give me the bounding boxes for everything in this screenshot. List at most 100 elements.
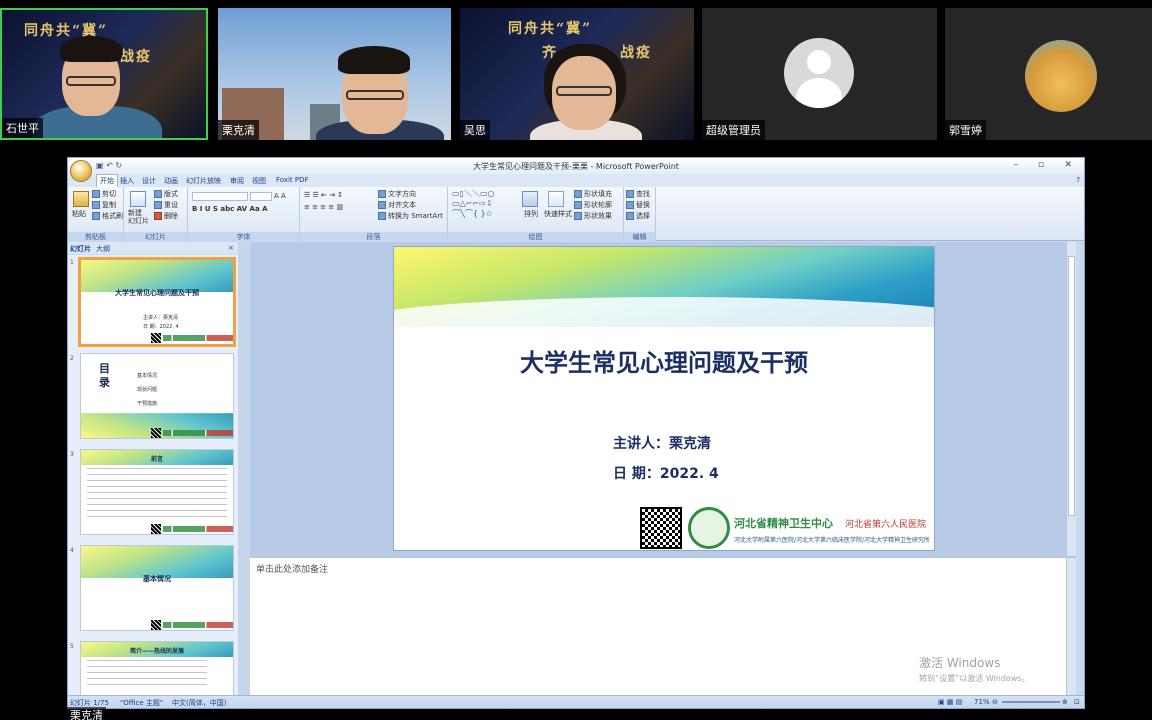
- thumbnail-text: 现状问题: [137, 387, 158, 393]
- quick-access-toolbar: ▣ ↶ ↻: [96, 161, 122, 170]
- window-title: 大学生常见心理问题及干预-栗栗 - Microsoft PowerPoint: [473, 162, 679, 171]
- smartart-button[interactable]: 转换为 SmartArt: [378, 211, 443, 221]
- participant-name: 郭雪婷: [945, 120, 986, 140]
- slide-thumbnail[interactable]: 目 录 基本情况 现状问题 干预措施: [80, 353, 234, 439]
- find-button[interactable]: 查找: [626, 189, 650, 199]
- participant-name: 栗克清: [218, 120, 259, 140]
- zoom-in-icon[interactable]: ⊕: [1062, 698, 1068, 706]
- shape-fill-button[interactable]: 形状填充: [574, 189, 612, 199]
- participant-tile[interactable]: 栗克清: [218, 8, 451, 140]
- ribbon-tabs: 开始 插入 设计 动画 幻灯片放映 审阅 视图 Foxit PDF ?: [68, 174, 1084, 187]
- copy-button[interactable]: 复制: [92, 200, 116, 210]
- shape-effects-button[interactable]: 形状效果: [574, 211, 612, 221]
- tab-home[interactable]: 开始: [96, 174, 118, 187]
- current-slide[interactable]: 大学生常见心理问题及干预 主讲人：栗克清 日 期：2022. 4 河北省精神卫生…: [393, 246, 935, 551]
- delete-slide-button[interactable]: 删除: [154, 211, 178, 221]
- shapes-gallery[interactable]: ▭▯＼＼▭○ ▭△⌐⌐⇨⇩ ⌒╲⌒{ }☆: [452, 189, 495, 219]
- participant-tile[interactable]: 同舟共“冀” 齐 战疫 吴思: [460, 8, 694, 140]
- hospital-name-secondary: 河北省第六人民医院: [845, 520, 927, 530]
- slide-panel-tabs: 幻灯片 大纲 ×: [68, 242, 238, 254]
- view-buttons[interactable]: ▣ ▦ ▤: [938, 698, 962, 706]
- text-direction-button[interactable]: 文字方向: [378, 189, 416, 199]
- office-button[interactable]: [70, 160, 92, 182]
- new-slide-icon[interactable]: [130, 191, 146, 207]
- fit-window-icon[interactable]: ⊡: [1074, 698, 1080, 706]
- redo-icon[interactable]: ↻: [115, 161, 122, 170]
- thumbnail-title: 前言: [150, 456, 163, 463]
- slide-thumbnail[interactable]: 大学生常见心理问题及干预 主讲人：栗克清 日 期：2022. 4: [78, 257, 236, 347]
- date-line: 日 期：2022. 4: [613, 466, 719, 482]
- tab-outline[interactable]: 大纲: [96, 244, 110, 254]
- tab-view[interactable]: 视图: [252, 176, 266, 186]
- notes-scrollbar[interactable]: [1066, 558, 1076, 696]
- group-clipboard: 粘贴 剪切 复制 格式刷 剪贴板: [68, 187, 124, 241]
- group-drawing: ▭▯＼＼▭○ ▭△⌐⌐⇨⇩ ⌒╲⌒{ }☆ 排列 快速样式 形状填充 形状轮廓 形状…: [448, 187, 624, 241]
- quick-styles-button[interactable]: 快速样式: [544, 209, 572, 219]
- font-name-field[interactable]: [192, 192, 248, 201]
- thumbnail-title: 简介——热线的发展: [129, 648, 184, 655]
- delete-icon: [154, 212, 162, 220]
- zoom-out-icon[interactable]: ⊖: [992, 698, 998, 706]
- zoom-slider[interactable]: [1002, 701, 1060, 703]
- powerpoint-window: 大学生常见心理问题及干预-栗栗 - Microsoft PowerPoint –…: [67, 157, 1085, 709]
- select-button[interactable]: 选择: [626, 211, 650, 221]
- tab-design[interactable]: 设计: [142, 176, 156, 186]
- align-buttons[interactable]: ≡ ≡ ≡ ≡ ▥: [304, 203, 343, 211]
- activation-watermark: 激活 Windows 转到“设置”以激活 Windows。: [919, 654, 1030, 684]
- slide-thumbnail[interactable]: 基本情况: [80, 545, 234, 631]
- select-icon: [626, 212, 634, 220]
- hospital-logo: [163, 622, 233, 628]
- cut-button[interactable]: 剪切: [92, 189, 116, 199]
- qr-code-icon: [151, 333, 161, 343]
- reset-button[interactable]: 重设: [154, 200, 178, 210]
- font-size-field[interactable]: [250, 192, 272, 201]
- font-format-buttons[interactable]: B I U S abc AV Aa A: [192, 205, 268, 213]
- close-icon[interactable]: ✕: [1064, 160, 1072, 170]
- slide-scrollbar[interactable]: [1066, 242, 1076, 556]
- arrange-button[interactable]: 排列: [524, 209, 538, 219]
- group-label: 剪贴板: [68, 232, 123, 241]
- brush-icon: [92, 212, 100, 220]
- participant-tile[interactable]: 郭雪婷: [945, 8, 1152, 140]
- pane-splitter[interactable]: [238, 242, 250, 696]
- participant-tile[interactable]: 同舟共“冀” 战疫 石世平: [0, 8, 208, 140]
- slide-thumbnail[interactable]: 简介——热线的发展: [80, 641, 234, 696]
- tab-animations[interactable]: 动画: [164, 176, 178, 186]
- format-painter-button[interactable]: 格式刷: [92, 211, 123, 221]
- tab-foxit-pdf[interactable]: Foxit PDF: [276, 176, 309, 184]
- slide-thumbnail[interactable]: 前言: [80, 449, 234, 535]
- dog-avatar-icon: [1025, 40, 1097, 112]
- tab-slideshow[interactable]: 幻灯片放映: [186, 176, 221, 186]
- close-panel-icon[interactable]: ×: [228, 244, 234, 252]
- tab-slides[interactable]: 幻灯片: [70, 244, 91, 254]
- minimize-icon[interactable]: –: [1014, 160, 1019, 170]
- hospital-name: 河北省精神卫生中心: [734, 517, 833, 530]
- participant-tile[interactable]: 超级管理员: [702, 8, 937, 140]
- tab-review[interactable]: 审阅: [230, 176, 244, 186]
- zoom-level[interactable]: 71%: [974, 698, 990, 706]
- notes-pane[interactable]: 单击此处添加备注 激活 Windows 转到“设置”以激活 Windows。: [250, 556, 1076, 696]
- layout-button[interactable]: 版式: [154, 189, 178, 199]
- find-icon: [626, 190, 634, 198]
- group-editing: 查找 替换 选择 编辑: [624, 187, 656, 241]
- replace-button[interactable]: 替换: [626, 200, 650, 210]
- save-icon[interactable]: ▣: [96, 161, 104, 170]
- paste-button[interactable]: 粘贴: [72, 209, 86, 219]
- qr-code-icon: [151, 524, 161, 534]
- copy-icon: [92, 201, 100, 209]
- help-icon[interactable]: ?: [1076, 176, 1080, 184]
- theme-name: "Office 主题": [120, 699, 164, 707]
- thumbnail-text: 基本情况: [137, 373, 158, 379]
- restore-icon[interactable]: ▫: [1038, 160, 1044, 170]
- arrange-icon[interactable]: [522, 191, 538, 207]
- align-text-button[interactable]: 对齐文本: [378, 200, 416, 210]
- qr-code-icon: [640, 507, 682, 549]
- new-slide-button[interactable]: 新建 幻灯片: [128, 209, 149, 225]
- list-buttons[interactable]: ☰ ☰ ⇤ ⇥ ↕: [304, 191, 343, 199]
- tab-insert[interactable]: 插入: [120, 176, 134, 186]
- grow-font-icon[interactable]: A A: [274, 192, 286, 200]
- paste-icon[interactable]: [73, 191, 89, 207]
- quick-styles-icon[interactable]: [548, 191, 564, 207]
- undo-icon[interactable]: ↶: [106, 161, 113, 170]
- shape-outline-button[interactable]: 形状轮廓: [574, 200, 612, 210]
